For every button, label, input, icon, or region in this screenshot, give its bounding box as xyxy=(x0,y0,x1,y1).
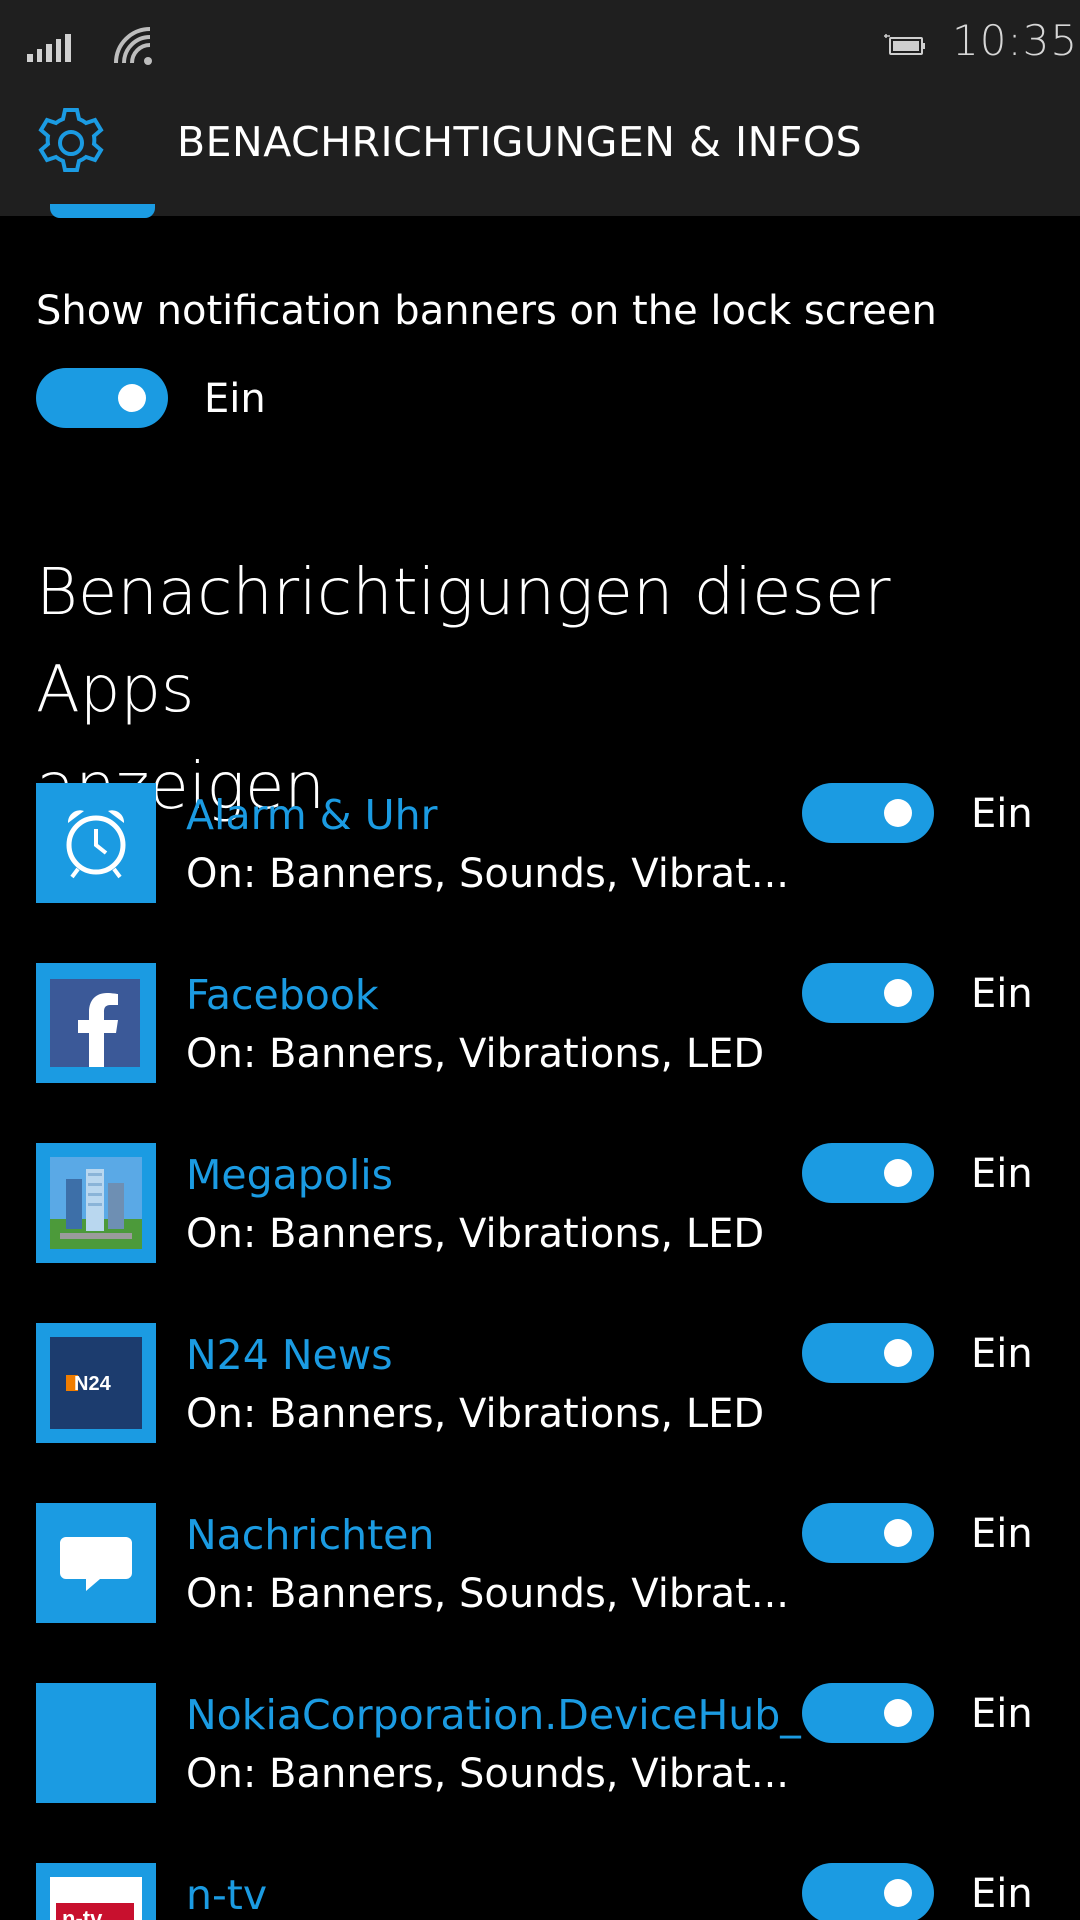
app-name: n-tv xyxy=(186,1871,268,1919)
battery-charging-icon xyxy=(884,34,925,55)
app-status: On: Banners, Sounds, Vibrat... xyxy=(186,1751,790,1797)
app-toggle-state: Ein xyxy=(971,971,1033,1017)
app-row-facebook[interactable]: Facebook On: Banners, Vibrations, LED Ei… xyxy=(0,963,1080,1083)
app-row-alarm-uhr[interactable]: Alarm & Uhr On: Banners, Sounds, Vibrat.… xyxy=(0,783,1080,903)
app-name: N24 News xyxy=(186,1331,393,1379)
lock-screen-banners-toggle[interactable] xyxy=(36,368,168,428)
n24-logo-icon: N24 xyxy=(36,1323,156,1443)
app-name: NokiaCorporation.DeviceHub_6 xyxy=(186,1691,827,1739)
app-toggle-megapolis[interactable] xyxy=(802,1143,934,1203)
status-bar: 10:35 xyxy=(0,0,1080,88)
section-heading-line1: Benachrichtigungen dieser Apps xyxy=(36,556,891,727)
ntv-logo-text: n-tv xyxy=(62,1906,103,1920)
lock-screen-banners-state: Ein xyxy=(204,376,266,422)
app-toggle-state: Ein xyxy=(971,791,1033,837)
page-header: BENACHRICHTIGUNGEN & INFOS xyxy=(0,88,1080,216)
app-status: On: Banners, Sounds, Vibrat... xyxy=(186,851,790,897)
scrolled-toggle-switch[interactable] xyxy=(50,204,155,218)
n24-logo-text: N24 xyxy=(74,1373,112,1395)
ntv-logo-icon: n-tv xyxy=(36,1863,156,1920)
toggle-knob xyxy=(884,1699,912,1727)
app-status: On: Banners, Vibrations, LED xyxy=(186,1211,765,1257)
toggle-knob xyxy=(884,979,912,1007)
app-toggle-alarm-uhr[interactable] xyxy=(802,783,934,843)
app-status: On: Banners, Sounds, Vibrat... xyxy=(186,1571,790,1617)
page-title: BENACHRICHTIGUNGEN & INFOS xyxy=(177,118,863,166)
app-row-n-tv[interactable]: n-tv n-tv Ein xyxy=(0,1863,1080,1920)
app-toggle-facebook[interactable] xyxy=(802,963,934,1023)
app-name: Megapolis xyxy=(186,1151,394,1199)
toggle-knob xyxy=(118,384,146,412)
app-toggle-n-tv[interactable] xyxy=(802,1863,934,1920)
app-toggle-state: Ein xyxy=(971,1691,1033,1737)
message-bubble-icon xyxy=(36,1503,156,1623)
toggle-knob xyxy=(884,1519,912,1547)
toggle-knob xyxy=(884,1879,912,1907)
app-row-nachrichten[interactable]: Nachrichten On: Banners, Sounds, Vibrat.… xyxy=(0,1503,1080,1623)
gear-icon xyxy=(38,108,104,172)
app-toggle-nokia-devicehub[interactable] xyxy=(802,1683,934,1743)
app-toggle-n24-news[interactable] xyxy=(802,1323,934,1383)
lock-screen-banners-label: Show notification banners on the lock sc… xyxy=(36,288,937,334)
app-name: Alarm & Uhr xyxy=(186,791,438,839)
app-status: On: Banners, Vibrations, LED xyxy=(186,1391,765,1437)
clock: 10:35 xyxy=(952,16,1079,65)
alarm-clock-icon xyxy=(36,783,156,903)
app-toggle-state: Ein xyxy=(971,1331,1033,1377)
app-toggle-nachrichten[interactable] xyxy=(802,1503,934,1563)
facebook-icon xyxy=(36,963,156,1083)
megapolis-city-icon xyxy=(36,1143,156,1263)
app-name: Facebook xyxy=(186,971,379,1019)
toggle-knob xyxy=(884,799,912,827)
app-toggle-state: Ein xyxy=(971,1151,1033,1197)
app-row-n24-news[interactable]: N24 N24 News On: Banners, Vibrations, LE… xyxy=(0,1323,1080,1443)
app-toggle-state: Ein xyxy=(971,1511,1033,1557)
toggle-knob xyxy=(884,1339,912,1367)
blank-app-icon xyxy=(36,1683,156,1803)
signal-bars-icon xyxy=(27,32,71,62)
app-status: On: Banners, Vibrations, LED xyxy=(186,1031,765,1077)
wifi-icon xyxy=(114,27,152,65)
app-row-nokia-devicehub[interactable]: NokiaCorporation.DeviceHub_6 On: Banners… xyxy=(0,1683,1080,1803)
toggle-knob xyxy=(884,1159,912,1187)
app-name: Nachrichten xyxy=(186,1511,435,1559)
app-row-megapolis[interactable]: Megapolis On: Banners, Vibrations, LED E… xyxy=(0,1143,1080,1263)
app-toggle-state: Ein xyxy=(971,1871,1033,1917)
